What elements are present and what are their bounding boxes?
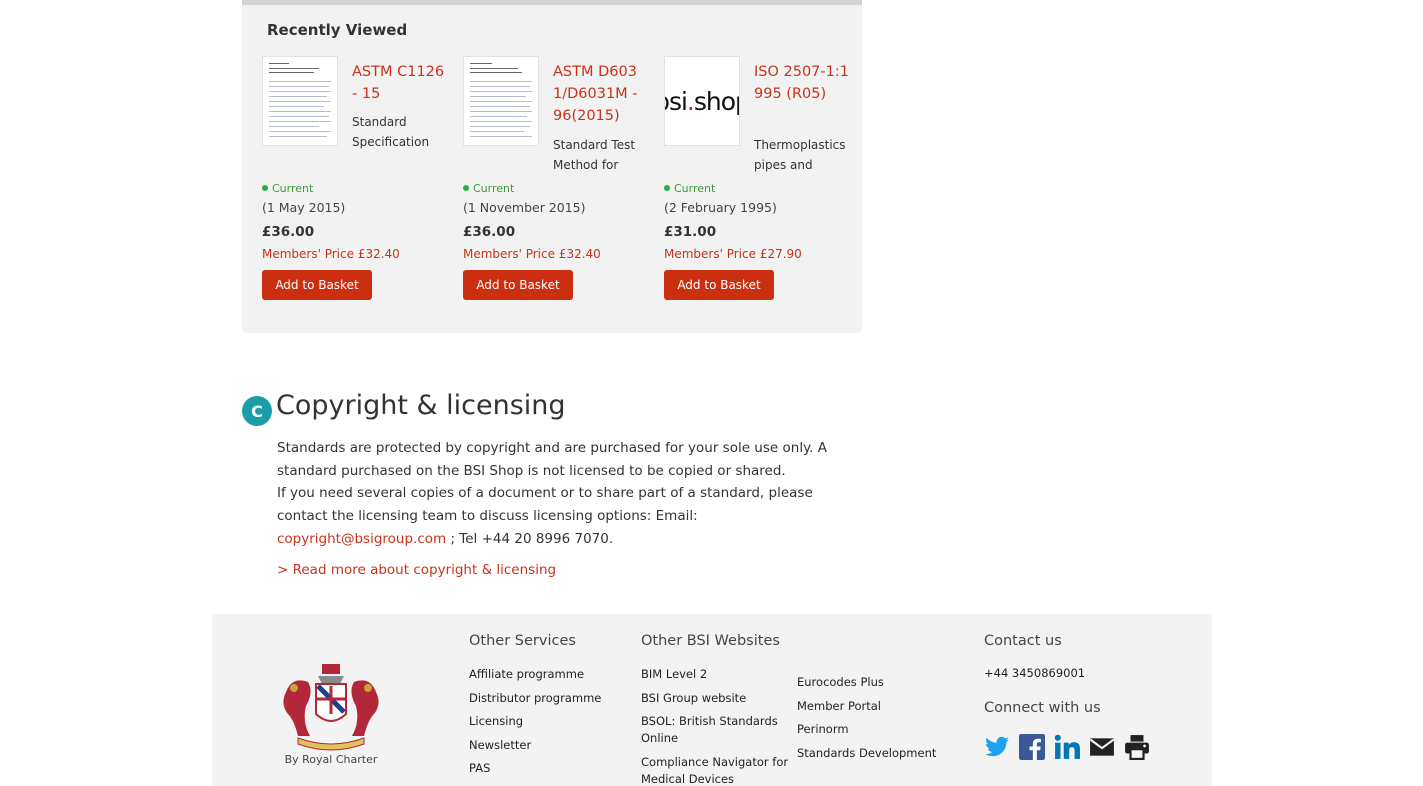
other-services-heading: Other Services <box>469 633 576 649</box>
status-dot-icon <box>664 185 670 191</box>
add-to-basket-button[interactable]: Add to Basket <box>664 270 774 300</box>
add-to-basket-button[interactable]: Add to Basket <box>262 270 372 300</box>
recently-viewed-item: ASTM C1126 - 15 Standard Specification f… <box>262 56 447 306</box>
footer-link-perinorm[interactable]: Perinorm <box>797 721 936 738</box>
other-services-column: Other Services Affiliate programme Distr… <box>469 633 601 784</box>
recently-viewed-panel: Recently Viewed ASTM C1126 - 15 Standard… <box>242 0 862 333</box>
email-icon[interactable] <box>1089 734 1115 760</box>
status-dot-icon <box>463 185 469 191</box>
royal-charter-caption: By Royal Charter <box>284 753 378 766</box>
price: £36.00 <box>262 224 315 240</box>
site-footer: By Royal Charter Other Services Affiliat… <box>212 614 1212 786</box>
publication-date: (2 February 1995) <box>664 200 777 215</box>
members-price: Members' Price £27.90 <box>664 247 802 261</box>
footer-link-standards-development[interactable]: Standards Development <box>797 745 936 762</box>
royal-charter-crest-icon <box>283 664 379 751</box>
recently-viewed-item: ASTM D6031/D6031M - 96(2015) Standard Te… <box>463 56 648 306</box>
recently-viewed-item: bsi.shop ISO 2507-1:1995 (R05) Thermopla… <box>664 56 849 306</box>
social-links <box>984 734 1150 760</box>
footer-link-licensing[interactable]: Licensing <box>469 713 601 730</box>
footer-link-bsol[interactable]: BSOL: British Standards Online <box>641 713 791 747</box>
other-websites-heading: Other BSI Websites <box>641 633 780 649</box>
price: £31.00 <box>664 224 717 240</box>
copyright-email-link[interactable]: copyright@bsigroup.com <box>277 531 446 547</box>
footer-link-pas[interactable]: PAS <box>469 760 601 777</box>
print-icon[interactable] <box>1124 734 1150 760</box>
footer-link-compliance-navigator[interactable]: Compliance Navigator for Medical Devices <box>641 754 791 786</box>
bsi-shop-logo: bsi.shop <box>665 86 739 116</box>
other-websites-column-2: Eurocodes Plus Member Portal Perinorm St… <box>797 674 936 768</box>
recently-viewed-title: Recently Viewed <box>267 21 408 39</box>
facebook-icon[interactable] <box>1019 734 1045 760</box>
footer-link-distributor-programme[interactable]: Distributor programme <box>469 690 601 707</box>
bsi-shop-logo-thumbnail[interactable]: bsi.shop <box>664 56 740 146</box>
product-description: Standard Test Method for <box>553 138 636 172</box>
footer-link-bsi-group-website[interactable]: BSI Group website <box>641 690 791 707</box>
footer-link-newsletter[interactable]: Newsletter <box>469 737 601 754</box>
licensing-paragraph: If you need several copies of a document… <box>277 485 813 547</box>
product-title-link[interactable]: ASTM C1126 - 15 <box>352 61 447 105</box>
other-websites-column: Other BSI Websites BIM Level 2 BSI Group… <box>641 633 791 786</box>
document-thumbnail[interactable] <box>262 56 338 146</box>
status-badge: Current <box>664 182 715 195</box>
price: £36.00 <box>463 224 516 240</box>
footer-link-member-portal[interactable]: Member Portal <box>797 698 936 715</box>
product-description: Thermoplastics pipes and <box>754 138 846 172</box>
publication-date: (1 May 2015) <box>262 200 346 215</box>
add-to-basket-button[interactable]: Add to Basket <box>463 270 573 300</box>
twitter-icon[interactable] <box>984 734 1010 760</box>
connect-heading: Connect with us <box>984 700 1101 716</box>
document-thumbnail[interactable] <box>463 56 539 146</box>
contact-phone[interactable]: +44 3450869001 <box>984 666 1150 680</box>
copyright-c-icon: C <box>242 396 272 426</box>
product-description: Standard Specification for Faced or Unfa… <box>352 115 430 149</box>
publication-date: (1 November 2015) <box>463 200 586 215</box>
contact-heading: Contact us <box>984 633 1062 649</box>
product-title-link[interactable]: ISO 2507-1:1995 (R05) <box>754 61 849 105</box>
members-price: Members' Price £32.40 <box>463 247 601 261</box>
members-price: Members' Price £32.40 <box>262 247 400 261</box>
status-dot-icon <box>262 185 268 191</box>
footer-link-affiliate-programme[interactable]: Affiliate programme <box>469 666 601 683</box>
copyright-heading: Copyright & licensing <box>276 390 566 421</box>
linkedin-icon[interactable] <box>1054 734 1080 760</box>
footer-link-eurocodes-plus[interactable]: Eurocodes Plus <box>797 674 936 691</box>
read-more-copyright-link[interactable]: > Read more about copyright & licensing <box>277 562 556 578</box>
contact-column: Contact us +44 3450869001 Connect with u… <box>984 633 1150 760</box>
status-badge: Current <box>463 182 514 195</box>
footer-link-bim-level-2[interactable]: BIM Level 2 <box>641 666 791 683</box>
copyright-paragraph: Standards are protected by copyright and… <box>277 440 827 479</box>
status-badge: Current <box>262 182 313 195</box>
copyright-text: Standards are protected by copyright and… <box>277 437 862 551</box>
product-title-link[interactable]: ASTM D6031/D6031M - 96(2015) <box>553 61 648 127</box>
